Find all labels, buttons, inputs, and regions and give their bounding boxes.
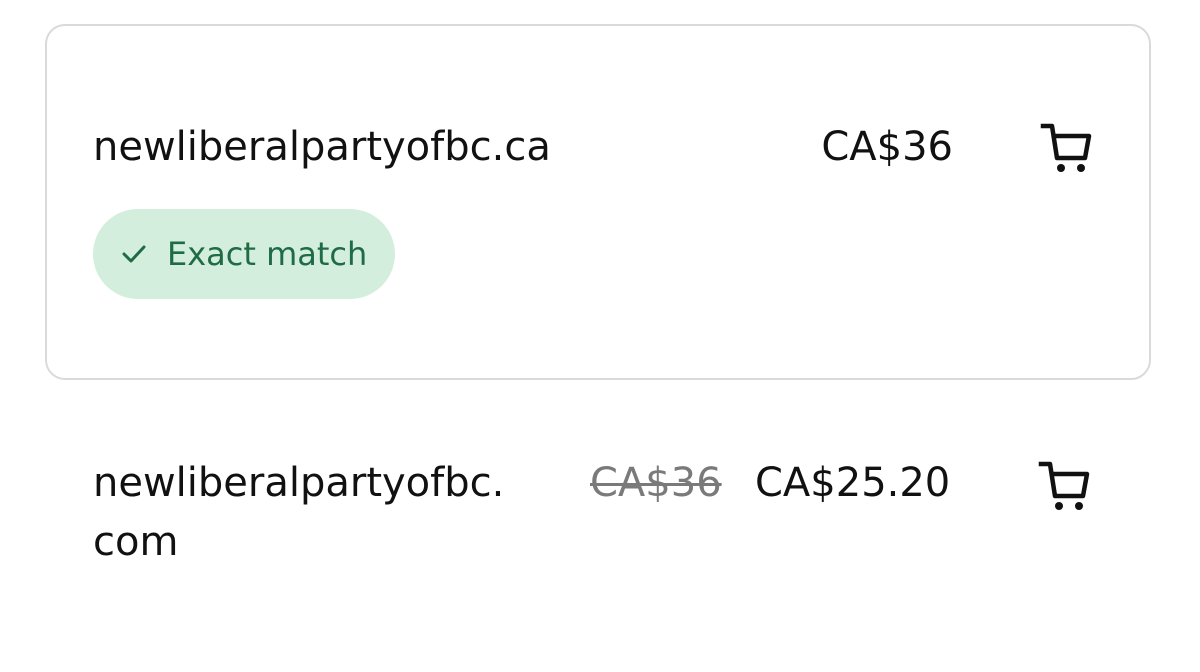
badge-label: Exact match [167, 235, 368, 273]
cart-icon [1040, 123, 1092, 172]
cart-icon [1038, 461, 1090, 510]
discounted-price: CA$25.20 [755, 460, 951, 506]
check-icon [122, 245, 146, 263]
domain-price: CA$36 [821, 124, 953, 170]
domain-name-line-2: com [93, 519, 179, 565]
add-to-cart-button[interactable] [1037, 458, 1093, 514]
exact-match-badge: Exact match [93, 209, 395, 299]
domain-name: newliberalpartyofbc.ca [93, 124, 551, 170]
original-price: CA$36 [590, 460, 722, 506]
add-to-cart-button[interactable] [1039, 120, 1095, 176]
domain-result-card-exact: newliberalpartyofbc.ca CA$36 Exact match [45, 24, 1151, 380]
domain-results-list: newliberalpartyofbc.ca CA$36 Exact match… [0, 0, 1200, 672]
domain-name-line-1: newliberalpartyofbc. [93, 460, 505, 506]
